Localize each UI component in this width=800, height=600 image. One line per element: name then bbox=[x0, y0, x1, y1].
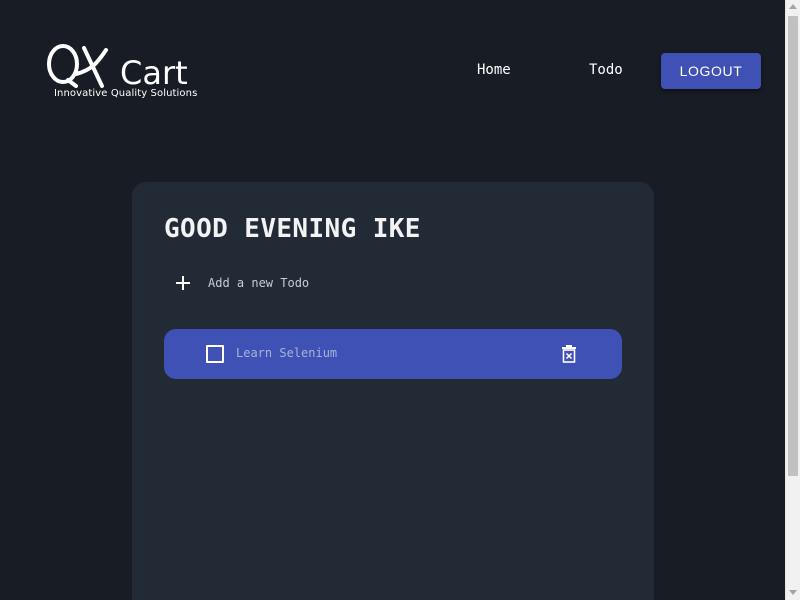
nav-todo-link[interactable]: Todo bbox=[589, 62, 623, 78]
todo-card: GOOD EVENING IKE Learn Selenium bbox=[132, 182, 654, 600]
vertical-scrollbar[interactable] bbox=[785, 0, 800, 600]
page: Cart Innovative Quality Solutions Home T… bbox=[0, 0, 800, 600]
qkart-logo[interactable]: Cart Innovative Quality Solutions bbox=[46, 40, 206, 104]
plus-icon[interactable] bbox=[176, 276, 190, 290]
checkbox-icon[interactable] bbox=[206, 345, 224, 363]
logo-tagline: Innovative Quality Solutions bbox=[54, 88, 198, 99]
nav-home-link[interactable]: Home bbox=[477, 62, 511, 78]
greeting-heading: GOOD EVENING IKE bbox=[164, 214, 421, 244]
qkart-logo-mark: Cart bbox=[47, 44, 188, 90]
trash-icon[interactable] bbox=[562, 345, 576, 363]
add-todo-input[interactable] bbox=[208, 276, 448, 290]
scroll-down-arrow-icon[interactable] bbox=[789, 590, 797, 595]
scrollbar-thumb[interactable] bbox=[788, 16, 798, 476]
svg-text:Cart: Cart bbox=[120, 54, 188, 90]
add-todo-row[interactable] bbox=[176, 270, 476, 296]
logout-button[interactable]: LOGOUT bbox=[661, 53, 761, 89]
scroll-up-arrow-icon[interactable] bbox=[789, 4, 797, 9]
todo-item: Learn Selenium bbox=[164, 329, 622, 379]
todo-item-text: Learn Selenium bbox=[236, 346, 338, 360]
